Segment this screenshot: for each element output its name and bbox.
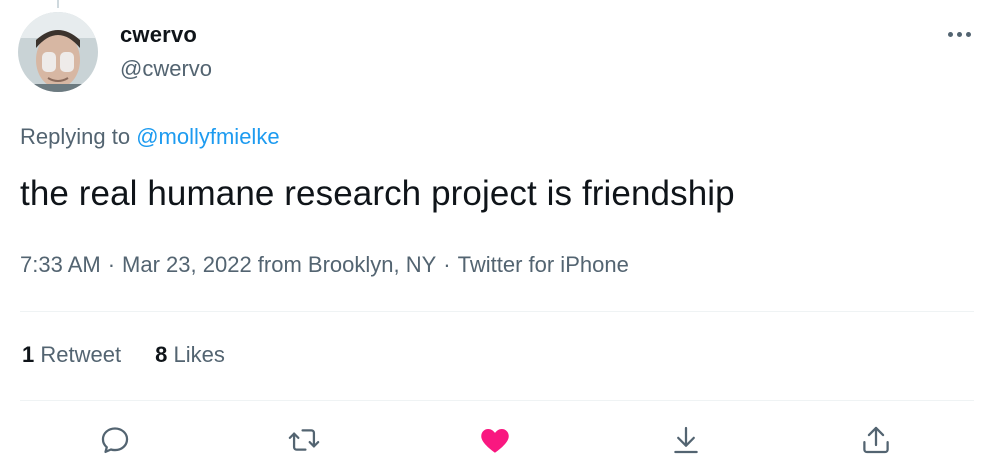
retweets-count: 1 [22, 342, 35, 367]
author-handle[interactable]: @cwervo [120, 56, 212, 82]
tweet-source-link[interactable]: Twitter for iPhone [458, 252, 629, 277]
share-down-arrow-icon [674, 426, 698, 454]
share-button[interactable] [664, 418, 708, 462]
more-options-button[interactable] [944, 24, 974, 44]
tweet-action-bar [0, 418, 1000, 462]
heart-icon [481, 428, 509, 453]
more-dots-icon [947, 31, 953, 37]
likes-count: 8 [155, 342, 168, 367]
divider [20, 400, 974, 401]
author-display-name[interactable]: cwervo [120, 22, 197, 48]
replying-to-line: Replying to @mollyfmielke [20, 124, 280, 150]
meta-separator: · [443, 252, 451, 277]
tweet-metadata: 7:33 AM · Mar 23, 2022 from Brooklyn, NY · T… [20, 252, 629, 278]
tweet-time-link[interactable]: 7:33 AM [20, 252, 101, 277]
replying-prefix: Replying to [20, 124, 131, 149]
likes-label: Likes [173, 342, 225, 367]
likes-stat[interactable]: 8 Likes [155, 342, 225, 368]
tweet-date-location[interactable]: Mar 23, 2022 from Brooklyn, NY [122, 252, 436, 277]
upload-share-button[interactable] [854, 418, 898, 462]
like-button[interactable] [473, 418, 517, 462]
retweets-stat[interactable]: 1 Retweet [22, 342, 121, 368]
reply-bubble-icon [101, 427, 129, 454]
engagement-stats: 1 Retweet 8 Likes [22, 342, 225, 368]
retweets-label: Retweet [40, 342, 122, 367]
retweet-arrows-icon [288, 429, 320, 451]
replying-to-mention-link[interactable]: @mollyfmielke [136, 124, 279, 149]
retweet-button[interactable] [282, 418, 326, 462]
meta-separator: · [107, 252, 116, 277]
more-dots-icon [956, 31, 962, 37]
divider [20, 311, 974, 312]
avatar-image [18, 12, 98, 92]
reply-button[interactable] [93, 418, 137, 462]
more-dots-icon [965, 31, 971, 37]
tweet-text: the real humane research project is frie… [20, 174, 735, 213]
avatar[interactable] [18, 12, 98, 92]
thread-connector-line [57, 0, 59, 8]
upload-share-icon [863, 426, 889, 454]
